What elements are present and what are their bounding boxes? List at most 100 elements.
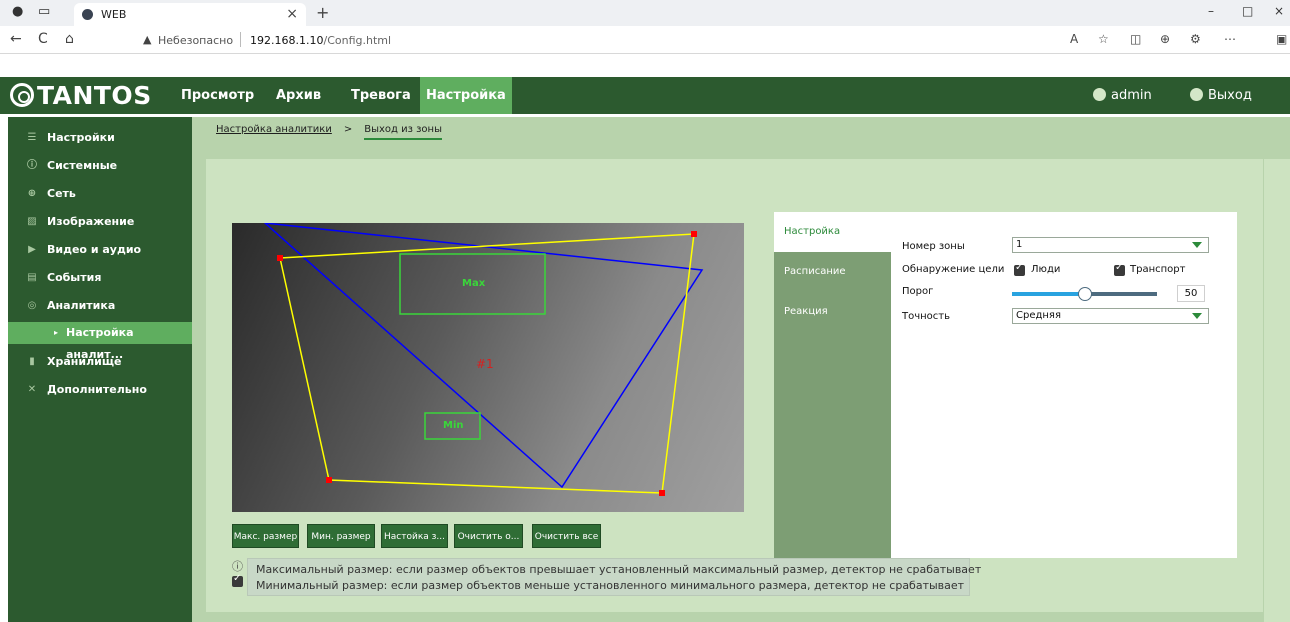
nav-alarm[interactable]: Тревога [351, 77, 411, 114]
tab-title: WEB [101, 8, 127, 21]
back-icon[interactable]: ← [10, 31, 22, 47]
sidebar-item-label: Аналитика [47, 299, 116, 312]
storage-icon: ▮ [29, 356, 35, 367]
clear-one-button[interactable]: Очистить о... [454, 524, 523, 548]
sidebar-item-label: Хранилище [47, 355, 122, 368]
close-tab-icon[interactable]: × [286, 6, 298, 22]
brand-logo: TANTOS [10, 77, 152, 114]
user-menu[interactable]: admin [1093, 77, 1152, 114]
accuracy-value: Средняя [1016, 310, 1061, 321]
logout-button[interactable]: Выход [1190, 77, 1252, 114]
maximize-window-icon[interactable]: □ [1242, 4, 1253, 18]
home-icon[interactable]: ⌂ [65, 31, 74, 47]
vehicle-checkbox[interactable] [1114, 262, 1125, 276]
more-menu-icon[interactable]: ⋯ [1224, 32, 1236, 46]
sidebar-item-advanced[interactable]: ✕ Дополнительно [8, 379, 192, 401]
breadcrumb-current[interactable]: Выход из зоны [364, 124, 442, 140]
sidebar-item-settings[interactable]: ☰ Настройки [8, 127, 192, 149]
url-field[interactable]: 192.168.1.10/Config.html [250, 34, 391, 47]
max-size-button[interactable]: Макс. размер [232, 524, 299, 548]
breadcrumb-link[interactable]: Настройка аналитики [216, 124, 332, 135]
sidebar-item-events[interactable]: ▤ События [8, 267, 192, 289]
chevron-down-icon [1192, 242, 1202, 248]
chevron-down-icon [1192, 313, 1202, 319]
clear-all-button[interactable]: Очистить все [532, 524, 601, 548]
zone-id-label: #1 [476, 357, 494, 371]
zone-vertex-handle[interactable] [691, 231, 697, 237]
nav-live-view[interactable]: Просмотр [181, 77, 254, 114]
vehicle-label: Транспорт [1130, 264, 1186, 275]
video-preview[interactable]: Max Min #1 [232, 223, 744, 512]
scrollbar[interactable] [1264, 159, 1290, 622]
wrench-icon: ✕ [27, 384, 37, 395]
url-host: 192.168.1.10 [250, 34, 324, 47]
target-detection-label: Обнаружение цели [902, 264, 1005, 275]
sidebar-item-label: Настройки [47, 131, 115, 144]
browser-tab-bar: ● ▭ WEB × + – □ × [0, 0, 1290, 26]
user-name: admin [1111, 88, 1152, 103]
min-size-button[interactable]: Мин. размер [307, 524, 375, 548]
url-path: /Config.html [323, 34, 392, 47]
sidebar-item-network[interactable]: ⊕ Сеть [8, 183, 192, 205]
zone-vertex-handle[interactable] [326, 477, 332, 483]
sidebar-toggle-icon[interactable]: ▣ [1276, 32, 1287, 46]
globe-icon: ⊕ [27, 188, 37, 199]
favorite-icon[interactable]: ☆ [1098, 32, 1109, 46]
sidebar-item-analytics-setup[interactable]: ▸ Настройка аналит... [8, 322, 192, 361]
nav-archive[interactable]: Архив [276, 77, 321, 114]
zone-setup-button[interactable]: Настойка з... [381, 524, 448, 548]
nav-settings[interactable]: Настройка [420, 77, 512, 114]
close-window-icon[interactable]: × [1274, 4, 1284, 18]
sidebar-item-label: Системные [47, 159, 118, 172]
info-min-size-text: Минимальный размер: если размер объектов… [256, 579, 965, 592]
blue-zone-polygon[interactable] [263, 223, 704, 489]
minimize-window-icon[interactable]: – [1208, 4, 1214, 18]
warning-icon: ▲ [143, 33, 152, 46]
list-icon: ☰ [27, 132, 37, 143]
profile-icon[interactable]: ● [12, 4, 23, 19]
split-screen-icon[interactable]: ◫ [1130, 32, 1141, 46]
sidebar-item-image[interactable]: ▨ Изображение [8, 211, 192, 233]
zone-number-select[interactable]: 1 [1012, 237, 1209, 253]
brand-name: TANTOS [37, 81, 152, 110]
logout-label: Выход [1208, 88, 1252, 103]
accuracy-select[interactable]: Средняя [1012, 308, 1209, 324]
sidebar-item-label: Видео и аудио [47, 243, 142, 256]
sidebar-item-analytics[interactable]: ◎ Аналитика [8, 295, 192, 317]
tab-schedule[interactable]: Расписание [774, 252, 891, 292]
sidebar-item-label: Сеть [47, 187, 76, 200]
zone-vertex-handle[interactable] [659, 490, 665, 496]
zone-vertex-handle[interactable] [277, 255, 283, 261]
threshold-value-field[interactable]: 50 [1177, 285, 1205, 302]
browser-tab[interactable]: WEB × [74, 3, 306, 26]
settings-panel: Настройка Расписание Реакция Номер зоны … [774, 212, 1237, 558]
sidebar-item-storage[interactable]: ▮ Хранилище [8, 351, 192, 373]
sidebar-item-system[interactable]: ⓘ Системные [8, 155, 192, 177]
tab-setup[interactable]: Настройка [774, 212, 891, 252]
extensions-icon[interactable]: ⚙ [1190, 32, 1201, 46]
new-tab-icon[interactable]: + [316, 3, 329, 22]
tab-actions-icon[interactable]: ▭ [38, 4, 50, 19]
app-top-spacer [0, 54, 1290, 77]
sub-arrow-icon: ▸ [54, 328, 59, 337]
sidebar-item-video-audio[interactable]: ▶ Видео и аудио [8, 239, 192, 261]
reload-icon[interactable]: C [38, 31, 48, 47]
collections-icon[interactable]: ⊕ [1160, 32, 1170, 46]
people-checkbox[interactable] [1014, 262, 1025, 276]
threshold-slider[interactable] [1012, 287, 1157, 301]
breadcrumb: Настройка аналитики > Выход из зоны [216, 117, 442, 143]
logout-icon [1190, 88, 1203, 101]
info-tooltip: Максимальный размер: если размер объекто… [247, 558, 981, 596]
threshold-slider-knob[interactable] [1077, 287, 1092, 301]
tab-reaction[interactable]: Реакция [774, 292, 891, 332]
sidebar-item-label: События [47, 271, 102, 284]
address-bar: ← C ⌂ ▲ Небезопасно 192.168.1.10/Config.… [0, 26, 1290, 54]
insecure-label[interactable]: Небезопасно [158, 34, 233, 47]
min-box-label: Min [443, 420, 464, 431]
info-checkbox[interactable] [232, 573, 243, 587]
user-icon [1093, 88, 1106, 101]
tab-favicon-icon [82, 9, 93, 20]
video-icon: ▶ [28, 244, 36, 255]
accuracy-label: Точность [902, 311, 951, 322]
read-aloud-icon[interactable]: A [1070, 32, 1078, 46]
